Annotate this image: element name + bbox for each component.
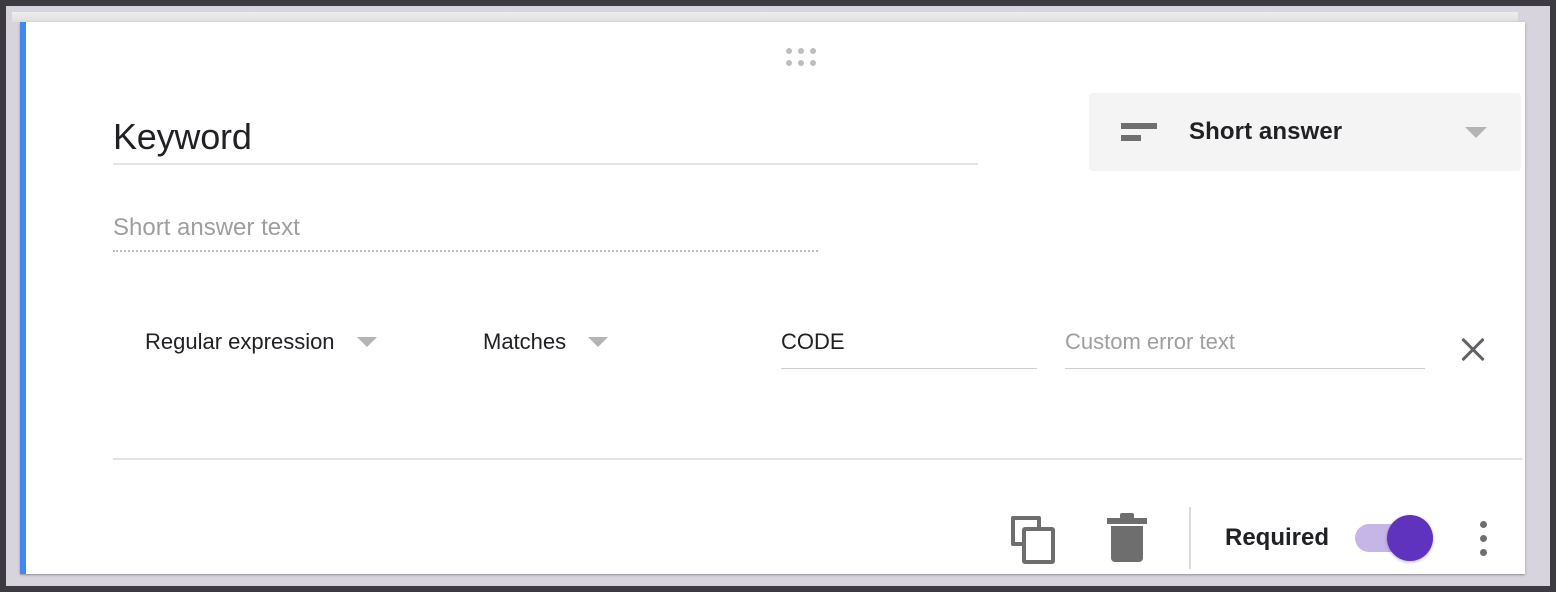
validation-rule-label: Regular expression (145, 329, 335, 354)
duplicate-icon-front-sheet (1021, 527, 1055, 564)
drag-dot (798, 48, 804, 54)
chevron-down-icon[interactable] (1465, 126, 1487, 138)
drag-dot (810, 48, 816, 54)
short-answer-preview-field: Short answer text (113, 212, 818, 252)
more-dot (1479, 534, 1487, 542)
close-icon[interactable] (1451, 327, 1495, 371)
duplicate-icon[interactable] (1003, 508, 1063, 568)
required-toggle-knob (1387, 515, 1433, 561)
validation-pattern-value[interactable]: CODE (781, 322, 1037, 362)
window-top-strip (12, 12, 1518, 22)
footer-divider (113, 458, 1523, 460)
validation-error-input[interactable]: Custom error text (1065, 322, 1425, 374)
short-answer-icon (1121, 123, 1159, 141)
question-type-label: Short answer (1189, 118, 1343, 145)
card-accent-bar (20, 22, 26, 574)
required-toggle[interactable] (1355, 515, 1433, 561)
short-answer-placeholder: Short answer text (113, 214, 300, 241)
drag-dot (798, 60, 804, 66)
question-card[interactable]: Keyword Short answer Short answer text R… (20, 22, 1525, 574)
validation-pattern-underline (781, 368, 1037, 369)
chevron-down-icon[interactable] (588, 337, 609, 347)
window-frame: Keyword Short answer Short answer text R… (0, 0, 1556, 592)
trash-icon-lid (1106, 518, 1147, 524)
trash-icon-body (1110, 526, 1143, 562)
drag-dot (786, 60, 792, 66)
short-answer-underline (113, 250, 818, 252)
drag-dot (810, 60, 816, 66)
more-vert-icon[interactable] (1463, 508, 1503, 568)
short-answer-icon-line-long (1121, 123, 1157, 129)
question-type-selector[interactable]: Short answer (1089, 93, 1521, 171)
response-validation-row: Regular expression Matches CODE Custom e… (113, 322, 1493, 374)
validation-condition-dropdown[interactable]: Matches (483, 322, 609, 362)
validation-condition-label: Matches (483, 329, 567, 354)
validation-rule-dropdown[interactable]: Regular expression (145, 322, 377, 362)
question-footer-toolbar: Required (1003, 492, 1509, 584)
validation-pattern-input[interactable]: CODE (781, 322, 1037, 374)
toolbar-divider (1188, 507, 1191, 569)
short-answer-icon-line-short (1121, 135, 1141, 141)
required-label: Required (1224, 524, 1329, 551)
trash-icon[interactable] (1101, 508, 1153, 568)
chevron-down-icon[interactable] (356, 337, 377, 347)
more-dot (1479, 520, 1487, 528)
drag-handle-dots-icon[interactable] (786, 48, 816, 66)
validation-error-placeholder[interactable]: Custom error text (1065, 322, 1425, 362)
drag-dot (786, 48, 792, 54)
more-dot (1479, 548, 1487, 556)
validation-error-underline (1065, 368, 1425, 369)
question-title-text[interactable]: Keyword (113, 114, 978, 160)
question-title-field[interactable]: Keyword (113, 114, 978, 165)
question-title-underline (113, 163, 978, 165)
